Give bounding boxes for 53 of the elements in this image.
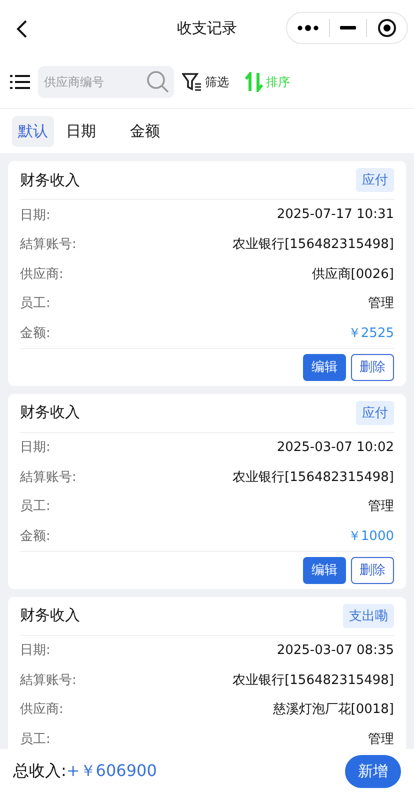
back-icon[interactable] <box>16 19 28 39</box>
field-label: 日期: <box>20 206 50 224</box>
field-value: 慈溪灯泡厂花[0018] <box>272 701 394 718</box>
total-label: 总收入: <box>13 760 66 782</box>
edit-button[interactable]: 编辑 <box>303 556 346 584</box>
field-label: 結算账号: <box>20 672 76 689</box>
page-title: 收支记录 <box>176 18 238 38</box>
field-label: 供应商: <box>20 701 64 718</box>
record-title: 财务收入 <box>20 606 80 625</box>
field-label: 金额: <box>20 528 50 545</box>
field-label: 供应商: <box>20 266 64 283</box>
sort-tab[interactable]: 默认 <box>12 116 54 146</box>
field-value: 2025-03-07 10:02 <box>276 440 394 455</box>
sort-tab[interactable]: 日期 <box>60 116 102 146</box>
record-tag: 支出嘞 <box>343 604 394 628</box>
field-label: 日期: <box>20 439 50 456</box>
total-amount: +￥606900 <box>66 760 157 782</box>
field-label: 员工: <box>20 730 50 748</box>
field-value: ￥1000 <box>348 528 394 545</box>
field-label: 日期: <box>20 642 50 660</box>
record-title: 财务收入 <box>20 403 80 422</box>
edit-button[interactable]: 编辑 <box>303 354 346 380</box>
minimize-icon[interactable] <box>340 26 356 30</box>
record-tag: 应付 <box>356 168 394 192</box>
menu-icon[interactable] <box>10 74 30 90</box>
sort-tab[interactable]: 金额 <box>124 116 166 146</box>
add-button[interactable]: 新增 <box>345 754 401 788</box>
field-value: 农业银行[156482315498] <box>232 236 394 254</box>
field-value: ￥2525 <box>348 324 394 342</box>
field-label: 金额: <box>20 324 50 342</box>
delete-button[interactable]: 删除 <box>351 556 394 584</box>
sort-icon <box>245 72 263 92</box>
field-value: 管理 <box>368 498 394 516</box>
field-label: 员工: <box>20 295 50 312</box>
field-value: 供应商[0026] <box>312 266 394 283</box>
delete-button[interactable]: 删除 <box>351 354 394 380</box>
more-icon[interactable] <box>297 24 319 32</box>
field-value: 农业银行[156482315498] <box>232 468 394 486</box>
field-value: 农业银行[156482315498] <box>232 672 394 689</box>
capsule-menu[interactable] <box>286 12 408 44</box>
filter-button[interactable]: 筛选 <box>182 73 229 91</box>
field-value: 管理 <box>368 730 394 748</box>
field-value: 2025-07-17 10:31 <box>276 207 394 222</box>
field-value: 2025-03-07 08:35 <box>276 642 394 658</box>
record-title: 财务收入 <box>20 170 80 190</box>
field-value: 管理 <box>368 295 394 312</box>
field-label: 员工: <box>20 498 50 516</box>
field-label: 結算账号: <box>20 468 76 486</box>
field-label: 結算账号: <box>20 236 76 254</box>
record-icon[interactable] <box>377 18 397 38</box>
search-field[interactable]: 供应商编号 <box>38 66 174 98</box>
filter-icon <box>182 73 202 91</box>
record-tag: 应付 <box>356 400 394 424</box>
